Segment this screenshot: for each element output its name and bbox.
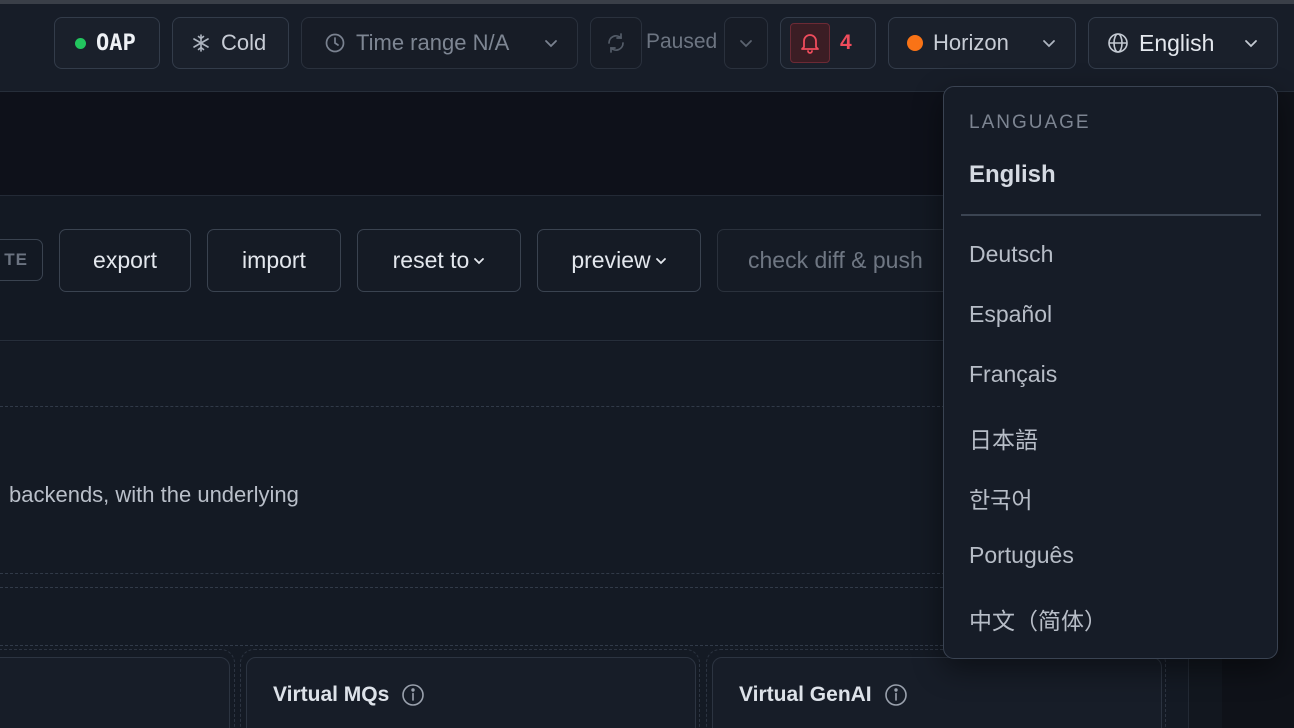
oap-label: OAP	[96, 30, 136, 56]
snowflake-icon	[191, 33, 211, 53]
info-icon[interactable]	[401, 683, 425, 707]
clock-icon	[324, 32, 346, 54]
language-option-portugues[interactable]: Português	[969, 542, 1074, 569]
oap-status-dot	[75, 37, 86, 49]
divider	[0, 406, 960, 407]
refresh-interval-dropdown[interactable]	[724, 17, 768, 69]
preview-button[interactable]: preview	[537, 229, 701, 292]
chevron-down-icon	[543, 35, 559, 51]
cold-button[interactable]: Cold	[172, 17, 289, 69]
card-title-virtual-mqs: Virtual MQs	[273, 683, 425, 707]
refresh-icon	[604, 31, 628, 55]
bell-icon	[790, 23, 830, 63]
language-menu-header: LANGUAGE	[969, 112, 1091, 133]
language-option-korean[interactable]: 한국어	[969, 481, 1032, 515]
refresh-button[interactable]	[590, 17, 642, 69]
theme-color-dot	[907, 35, 923, 51]
alert-count-badge: 4	[840, 31, 852, 54]
language-option-deutsch[interactable]: Deutsch	[969, 241, 1053, 268]
time-range-label: Time range N/A	[356, 30, 510, 55]
info-icon[interactable]	[884, 683, 908, 707]
chevron-down-icon	[655, 255, 667, 267]
check-diff-label: check diff & push	[748, 247, 923, 273]
mode-badge: TE	[0, 239, 43, 281]
menu-divider	[961, 214, 1261, 216]
card-title-label: Virtual GenAI	[739, 683, 872, 706]
oap-status-button[interactable]: OAP	[54, 17, 160, 69]
import-label: import	[242, 247, 306, 273]
language-option-chinese-simplified[interactable]: 中文（简体）	[969, 602, 1107, 636]
card-title-virtual-genai: Virtual GenAI	[739, 683, 908, 707]
chevron-down-icon	[473, 255, 485, 267]
card-title-label: Virtual MQs	[273, 683, 390, 706]
check-diff-push-button[interactable]: check diff & push	[717, 229, 977, 292]
time-range-button[interactable]: Time range N/A	[301, 17, 578, 69]
theme-selector[interactable]: Horizon	[888, 17, 1076, 69]
reset-to-label: reset to	[392, 247, 470, 273]
language-option-espanol[interactable]: Español	[969, 301, 1052, 328]
chevron-down-icon	[738, 35, 754, 51]
language-option-francais[interactable]: Français	[969, 361, 1057, 388]
alerts-button[interactable]: 4	[780, 17, 876, 69]
cold-label: Cold	[221, 30, 267, 55]
section-description: backends, with the underlying	[9, 482, 299, 507]
export-label: export	[93, 247, 157, 273]
chevron-down-icon	[1243, 35, 1259, 51]
theme-label: Horizon	[933, 30, 1009, 55]
divider	[0, 573, 960, 574]
language-selector[interactable]: English	[1088, 17, 1278, 69]
paused-label: Paused	[646, 30, 718, 53]
chevron-down-icon	[1041, 35, 1057, 51]
globe-icon	[1107, 32, 1129, 54]
language-option-current[interactable]: English	[969, 161, 1056, 189]
card[interactable]	[0, 657, 230, 728]
preview-label: preview	[571, 247, 651, 273]
language-option-japanese[interactable]: 日本語	[969, 421, 1038, 455]
language-menu: LANGUAGE English Deutsch Español Françai…	[943, 86, 1278, 659]
export-button[interactable]: export	[59, 229, 191, 292]
reset-to-button[interactable]: reset to	[357, 229, 521, 292]
import-button[interactable]: import	[207, 229, 341, 292]
language-label: English	[1139, 29, 1215, 56]
